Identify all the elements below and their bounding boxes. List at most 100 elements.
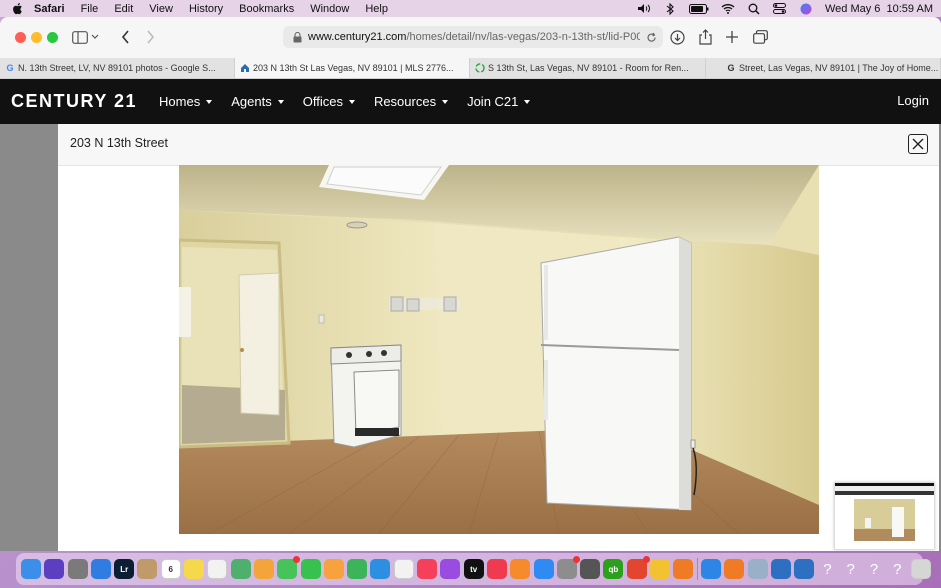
calendar-dock-icon[interactable]: 6 [160, 559, 181, 579]
nav-join-c21[interactable]: Join C21 [467, 94, 531, 109]
news-dock-icon[interactable] [486, 559, 507, 579]
tab-title: S 13th St, Las Vegas, NV 89101 - Room fo… [488, 63, 689, 73]
browser-tab-century21[interactable]: 203 N 13th St Las Vegas, NV 89101 | MLS … [235, 58, 470, 78]
menu-help[interactable]: Help [365, 3, 388, 15]
minimize-window-button[interactable] [31, 32, 42, 43]
contacts-dock-icon[interactable] [137, 559, 158, 579]
site-navbar: CENTURY 21 Homes Agents Offices Resource… [0, 79, 941, 124]
sidebar-toggle-icon[interactable] [71, 28, 89, 46]
help-4-dock-icon[interactable]: ? [887, 559, 907, 579]
quickbooks-dock-icon[interactable]: qb [603, 559, 624, 579]
menu-edit[interactable]: Edit [114, 3, 133, 15]
chrome-dock-icon[interactable] [650, 559, 671, 579]
notes-dock-icon[interactable] [184, 559, 205, 579]
pages-dock-icon[interactable] [323, 559, 344, 579]
help-3-dock-icon[interactable]: ? [864, 559, 884, 579]
new-tab-plus-icon[interactable] [723, 28, 741, 46]
reload-icon[interactable] [646, 32, 657, 43]
url-path: /homes/detail/nv/las-vegas/203-n-13th-st… [406, 31, 640, 43]
address-bar[interactable]: www.century21.com/homes/detail/nv/las-ve… [283, 26, 663, 48]
menu-window[interactable]: Window [310, 3, 349, 15]
siri-dock-icon[interactable] [44, 559, 65, 579]
browser-tab-joy-of-home[interactable]: G Street, Las Vegas, NV 89101 | The Joy … [706, 58, 941, 78]
google-favicon-icon: G [6, 63, 14, 73]
podcasts-dock-icon[interactable] [440, 559, 461, 579]
mail-dock-icon[interactable] [90, 559, 111, 579]
bluetooth-icon[interactable] [663, 2, 677, 15]
globe-dock-icon[interactable] [770, 559, 791, 579]
keynote-dock-icon[interactable] [370, 559, 391, 579]
nav-agents[interactable]: Agents [231, 94, 284, 109]
facetime-dock-icon[interactable] [300, 559, 321, 579]
finder-dock-icon[interactable] [21, 559, 41, 579]
tab-title: 203 N 13th St Las Vegas, NV 89101 | MLS … [253, 63, 454, 73]
freeform-dock-icon[interactable] [393, 559, 414, 579]
browser-toolbar: www.century21.com/homes/detail/nv/las-ve… [0, 17, 941, 59]
system-settings-dock-icon[interactable] [556, 556, 580, 579]
browser-tab-google[interactable]: G N. 13th Street, LV, NV 89101 photos - … [0, 58, 235, 78]
nav-offices[interactable]: Offices [303, 94, 355, 109]
help-2-dock-icon[interactable]: ? [841, 559, 861, 579]
preview-dock-icon[interactable] [747, 559, 768, 579]
nav-resources[interactable]: Resources [374, 94, 449, 109]
tab-bar: G N. 13th Street, LV, NV 89101 photos - … [0, 58, 941, 79]
login-link[interactable]: Login [897, 93, 929, 108]
photo-thumbnail-preview[interactable] [834, 482, 935, 550]
launchpad-dock-icon[interactable] [67, 559, 88, 579]
share-icon[interactable] [696, 28, 714, 46]
nav-label: Offices [302, 94, 343, 109]
maps-dock-icon[interactable] [230, 559, 251, 579]
dock-icon-label: qb [608, 564, 619, 574]
menu-bar: Safari File Edit View History Bookmarks … [0, 0, 941, 17]
dock-icon-label: Lr [120, 564, 129, 574]
forward-arrow-icon[interactable] [141, 28, 159, 46]
close-window-button[interactable] [15, 32, 26, 43]
nav-label: Homes [159, 94, 201, 109]
tab-overview-icon[interactable] [751, 28, 769, 46]
browser-tab-room-for-rent[interactable]: S 13th St, Las Vegas, NV 89101 - Room fo… [470, 58, 706, 78]
wifi-icon[interactable] [721, 3, 735, 15]
photos-dock-icon[interactable] [253, 559, 274, 579]
books-dock-icon[interactable] [510, 559, 531, 579]
url-text[interactable]: www.century21.com/homes/detail/nv/las-ve… [308, 31, 640, 43]
firefox-dock-icon[interactable] [673, 559, 694, 579]
menu-bookmarks[interactable]: Bookmarks [239, 3, 294, 15]
notification-badge [642, 556, 650, 563]
music-dock-icon[interactable] [417, 559, 438, 579]
tv-dock-icon[interactable]: tv [463, 559, 484, 579]
battery-icon[interactable] [688, 3, 709, 15]
menu-app-name[interactable]: Safari [34, 3, 65, 15]
downloads-icon[interactable] [668, 28, 686, 46]
reminders-dock-icon[interactable] [207, 559, 228, 579]
firefox-2-dock-icon[interactable] [724, 559, 745, 579]
app-store-dock-icon[interactable] [533, 559, 554, 579]
zoom-window-button[interactable] [47, 32, 58, 43]
nav-homes[interactable]: Homes [159, 94, 213, 109]
menu-clock[interactable]: Wed May 6 10:59 AM [825, 3, 933, 15]
nav-label: Join C21 [467, 94, 519, 109]
globe-2-dock-icon[interactable] [794, 559, 815, 579]
messages-dock-icon[interactable] [277, 556, 301, 579]
remote-desktop-dock-icon[interactable] [580, 559, 601, 579]
caret-down-icon [442, 99, 449, 104]
dock-icon-label: ? [893, 560, 902, 578]
trash-dock-icon[interactable] [910, 559, 931, 579]
volume-icon[interactable] [637, 3, 651, 15]
menu-history[interactable]: History [189, 3, 223, 15]
app-badge-dock-icon[interactable] [626, 556, 650, 579]
numbers-dock-icon[interactable] [347, 559, 368, 579]
century21-logo[interactable]: CENTURY 21 [11, 91, 137, 112]
safari-dock-icon[interactable] [700, 559, 721, 579]
spotlight-search-icon[interactable] [747, 3, 761, 15]
dock: Lr 6 tv qb???? [16, 553, 931, 585]
control-center-icon[interactable] [773, 3, 787, 15]
menu-view[interactable]: View [149, 3, 173, 15]
siri-icon[interactable] [799, 3, 813, 15]
sidebar-dropdown-chevron-icon[interactable] [90, 28, 100, 46]
back-arrow-icon[interactable] [116, 28, 134, 46]
lightroom-dock-icon[interactable]: Lr [114, 559, 135, 579]
close-modal-button[interactable] [908, 134, 928, 154]
menu-file[interactable]: File [81, 3, 99, 15]
apple-menu-icon[interactable] [10, 2, 24, 16]
help-1-dock-icon[interactable]: ? [817, 559, 837, 579]
